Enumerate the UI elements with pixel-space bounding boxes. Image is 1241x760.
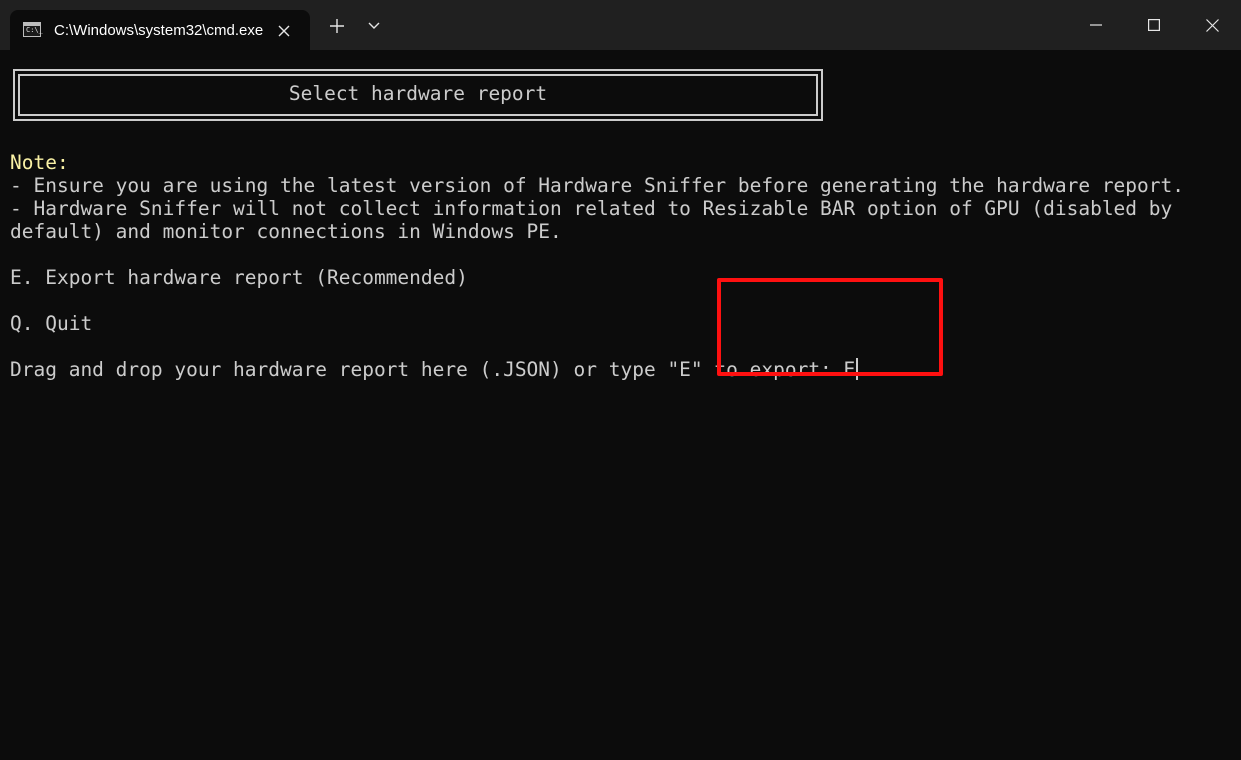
maximize-button[interactable] <box>1125 0 1183 50</box>
note-label: Note: <box>10 151 69 174</box>
option-export: E. Export hardware report (Recommended) <box>10 266 468 289</box>
tab-title: C:\Windows\system32\cmd.exe <box>54 22 264 39</box>
close-icon <box>1205 18 1219 32</box>
tab-close-button[interactable] <box>272 19 296 43</box>
title-bar: C:\_ C:\Windows\system32\cmd.exe <box>0 0 1241 50</box>
terminal-output[interactable]: Select hardware report Note: - Ensure yo… <box>0 50 1241 760</box>
cmd-icon: C:\_ <box>23 22 43 37</box>
chevron-down-icon <box>368 22 380 29</box>
header-box: Select hardware report <box>13 69 823 121</box>
highlight-box <box>717 278 943 376</box>
note-line: - Hardware Sniffer will not collect info… <box>10 197 1173 220</box>
plus-icon <box>330 19 344 33</box>
terminal-tab[interactable]: C:\_ C:\Windows\system32\cmd.exe <box>10 10 310 50</box>
maximize-icon <box>1148 19 1160 31</box>
header-title: Select hardware report <box>288 82 548 105</box>
option-quit: Q. Quit <box>10 312 93 335</box>
note-line: - Ensure you are using the latest versio… <box>10 174 1184 197</box>
minimize-icon <box>1090 24 1102 26</box>
minimize-button[interactable] <box>1067 0 1125 50</box>
tab-dropdown-button[interactable] <box>360 12 388 40</box>
window-close-button[interactable] <box>1183 0 1241 50</box>
close-icon <box>278 25 290 37</box>
note-line: default) and monitor connections in Wind… <box>10 220 562 243</box>
new-tab-button[interactable] <box>322 12 352 40</box>
